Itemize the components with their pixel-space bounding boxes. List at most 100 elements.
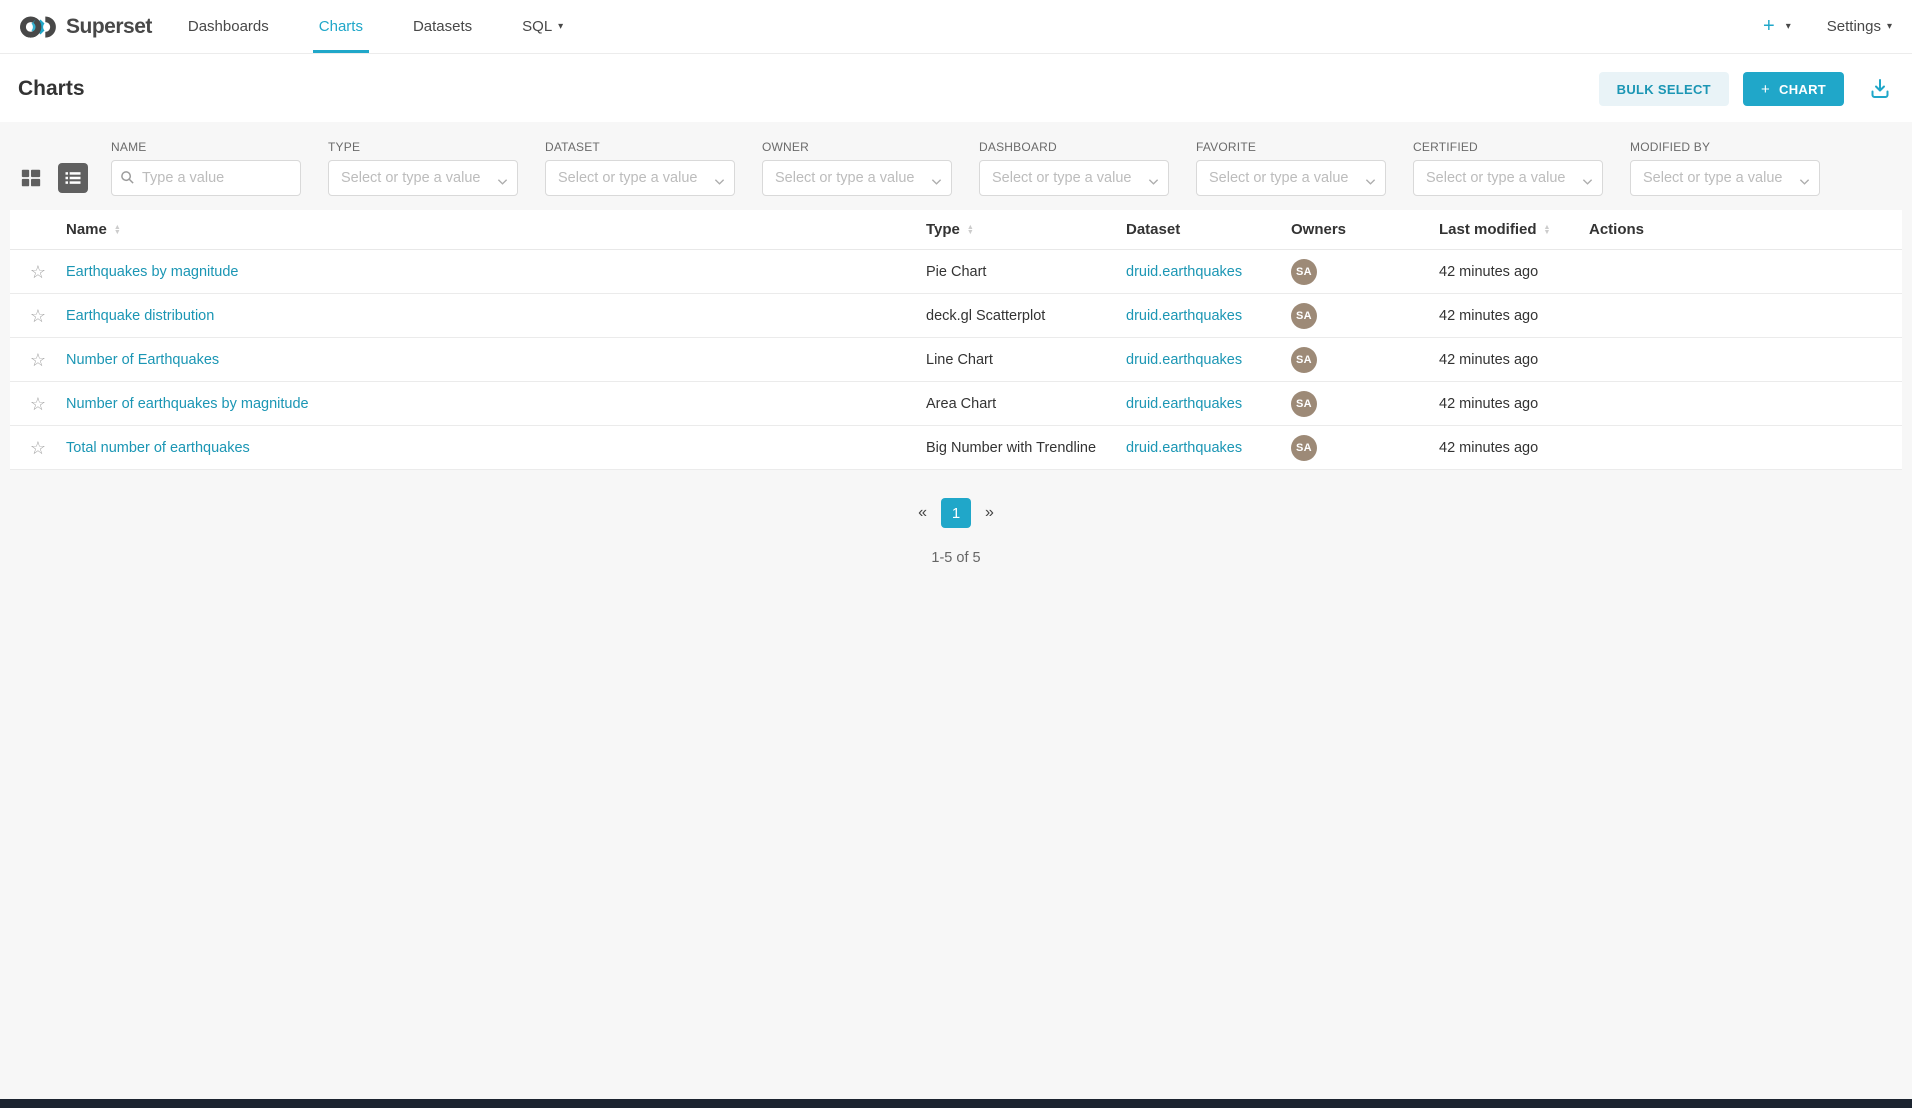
filter-owner: OWNER [762, 140, 952, 196]
last-modified: 42 minutes ago [1439, 308, 1589, 324]
favorite-filter-select[interactable] [1196, 160, 1386, 196]
grid-view-icon [20, 167, 42, 189]
filter-certified: CERTIFIED [1413, 140, 1603, 196]
favorite-star-icon[interactable]: ☆ [30, 395, 46, 413]
owner-avatar[interactable]: SA [1291, 303, 1317, 329]
nav-item-datasets[interactable]: Datasets [407, 0, 478, 53]
column-header-actions: Actions [1589, 221, 1902, 238]
chart-name-link[interactable]: Earthquakes by magnitude [66, 264, 239, 280]
table-row: ☆ Earthquakes by magnitude Pie Chart dru… [10, 250, 1902, 294]
nav-item-dashboards[interactable]: Dashboards [182, 0, 275, 53]
dashboard-filter-select[interactable] [979, 160, 1169, 196]
filter-bar: NAME TYPE DATASET [0, 122, 1912, 196]
chart-type: Line Chart [926, 352, 1126, 368]
sort-icon: ▲▼ [1544, 225, 1551, 235]
owner-filter-select[interactable] [762, 160, 952, 196]
filter-label: OWNER [762, 140, 952, 154]
pagination-summary: 1-5 of 5 [0, 550, 1912, 566]
infinity-logo-icon [18, 14, 58, 40]
search-icon [120, 170, 135, 190]
caret-down-icon: ▾ [558, 21, 563, 32]
settings-menu[interactable]: Settings ▾ [1827, 18, 1892, 35]
filter-dataset: DATASET [545, 140, 735, 196]
chart-name-link[interactable]: Total number of earthquakes [66, 440, 250, 456]
nav-item-charts[interactable]: Charts [313, 0, 369, 53]
filter-type: TYPE [328, 140, 518, 196]
previous-page-button[interactable]: « [918, 504, 927, 522]
caret-down-icon: ▾ [1887, 21, 1892, 32]
page-actions: BULK SELECT + CHART [1599, 72, 1892, 106]
filter-label: MODIFIED BY [1630, 140, 1820, 154]
superset-logo[interactable]: Superset [18, 0, 152, 53]
column-header-last-modified[interactable]: Last modified ▲▼ [1439, 221, 1589, 238]
list-view-icon [63, 168, 83, 188]
last-modified: 42 minutes ago [1439, 440, 1589, 456]
chart-type: deck.gl Scatterplot [926, 308, 1126, 324]
plus-icon: + [1763, 15, 1775, 38]
add-chart-button[interactable]: + CHART [1743, 72, 1844, 106]
page-title: Charts [18, 77, 85, 101]
filter-dashboard: DASHBOARD [979, 140, 1169, 196]
dataset-link[interactable]: druid.earthquakes [1126, 352, 1242, 368]
page-1-button[interactable]: 1 [941, 498, 971, 528]
sort-icon: ▲▼ [114, 225, 121, 235]
owner-avatar[interactable]: SA [1291, 391, 1317, 417]
filter-name: NAME [111, 140, 301, 196]
chart-name-link[interactable]: Earthquake distribution [66, 308, 214, 324]
pagination: « 1 » [0, 498, 1912, 528]
dataset-link[interactable]: druid.earthquakes [1126, 264, 1242, 280]
dataset-link[interactable]: druid.earthquakes [1126, 440, 1242, 456]
sort-icon: ▲▼ [967, 225, 974, 235]
chart-name-link[interactable]: Number of Earthquakes [66, 352, 219, 368]
dataset-link[interactable]: druid.earthquakes [1126, 308, 1242, 324]
last-modified: 42 minutes ago [1439, 352, 1589, 368]
table-header-row: Name ▲▼ Type ▲▼ Dataset Owners Last modi… [10, 210, 1902, 250]
filter-label: DASHBOARD [979, 140, 1169, 154]
favorite-star-icon[interactable]: ☆ [30, 307, 46, 325]
main-nav: Dashboards Charts Datasets SQL ▾ [182, 0, 607, 53]
owner-avatar[interactable]: SA [1291, 347, 1317, 373]
dataset-link[interactable]: druid.earthquakes [1126, 396, 1242, 412]
filter-modified-by: MODIFIED BY [1630, 140, 1820, 196]
chart-type: Pie Chart [926, 264, 1126, 280]
export-button[interactable] [1868, 77, 1892, 101]
chart-type: Area Chart [926, 396, 1126, 412]
favorite-star-icon[interactable]: ☆ [30, 263, 46, 281]
filter-label: CERTIFIED [1413, 140, 1603, 154]
certified-filter-select[interactable] [1413, 160, 1603, 196]
type-filter-select[interactable] [328, 160, 518, 196]
favorite-star-icon[interactable]: ☆ [30, 439, 46, 457]
filter-label: DATASET [545, 140, 735, 154]
table-row: ☆ Number of Earthquakes Line Chart druid… [10, 338, 1902, 382]
topnav-right: + ▾ Settings ▾ [1763, 0, 1892, 53]
filter-label: NAME [111, 140, 301, 154]
view-toggles [16, 163, 88, 193]
table-row: ☆ Total number of earthquakes Big Number… [10, 426, 1902, 470]
name-filter-input[interactable] [111, 160, 301, 196]
card-view-toggle[interactable] [16, 163, 46, 193]
bulk-select-button[interactable]: BULK SELECT [1599, 72, 1729, 106]
modified-by-filter-select[interactable] [1630, 160, 1820, 196]
chart-name-link[interactable]: Number of earthquakes by magnitude [66, 396, 309, 412]
favorite-star-icon[interactable]: ☆ [30, 351, 46, 369]
table-row: ☆ Number of earthquakes by magnitude Are… [10, 382, 1902, 426]
last-modified: 42 minutes ago [1439, 396, 1589, 412]
nav-item-sql[interactable]: SQL ▾ [516, 0, 569, 53]
table-row: ☆ Earthquake distribution deck.gl Scatte… [10, 294, 1902, 338]
chart-type: Big Number with Trendline [926, 440, 1126, 456]
next-page-button[interactable]: » [985, 504, 994, 522]
superset-charts-page: Superset Dashboards Charts Datasets SQL … [0, 0, 1912, 1108]
new-item-menu[interactable]: + ▾ [1763, 15, 1791, 38]
owner-avatar[interactable]: SA [1291, 259, 1317, 285]
column-header-name[interactable]: Name ▲▼ [66, 221, 926, 238]
dataset-filter-select[interactable] [545, 160, 735, 196]
page-header: Charts BULK SELECT + CHART [0, 54, 1912, 122]
last-modified: 42 minutes ago [1439, 264, 1589, 280]
column-header-dataset: Dataset [1126, 221, 1291, 238]
plus-icon: + [1761, 81, 1770, 98]
owner-avatar[interactable]: SA [1291, 435, 1317, 461]
list-view-toggle[interactable] [58, 163, 88, 193]
top-navigation: Superset Dashboards Charts Datasets SQL … [0, 0, 1912, 54]
column-header-type[interactable]: Type ▲▼ [926, 221, 1126, 238]
brand-name: Superset [66, 15, 152, 39]
